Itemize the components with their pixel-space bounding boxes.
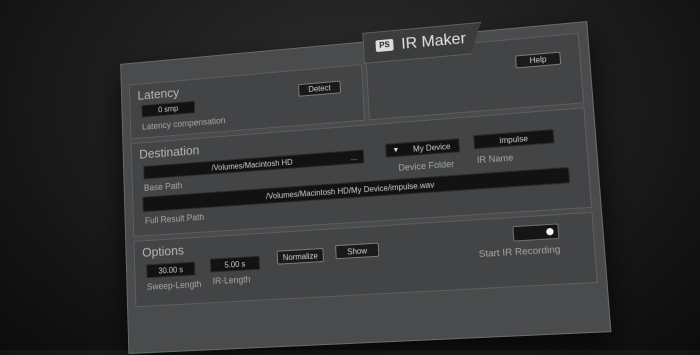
latency-value-field[interactable]: 0 smp [141, 100, 196, 118]
logo-icon: PS [375, 39, 393, 52]
start-recording-label: Start IR Recording [478, 244, 561, 261]
ir-length-field[interactable]: 5.00 s [209, 255, 261, 273]
ir-maker-panel: Latency 0 smp Detect Latency compensatio… [120, 21, 612, 354]
help-button[interactable]: Help [515, 51, 562, 69]
sweep-length-field[interactable]: 30.00 s [146, 261, 196, 279]
latency-compensation-label: Latency compensation [141, 115, 226, 132]
normalize-button[interactable]: Normalize [276, 247, 325, 265]
full-result-path-label: Full Result Path [144, 211, 205, 226]
ir-length-label: IR-Length [212, 274, 251, 287]
device-folder-dropdown[interactable]: ▼ My Device [385, 138, 461, 158]
device-folder-value: My Device [412, 141, 451, 154]
latency-title: Latency [137, 84, 180, 103]
browse-button[interactable]: ... [350, 152, 357, 161]
destination-title: Destination [139, 142, 200, 162]
device-folder-label: Device Folder [398, 158, 455, 173]
ir-name-field[interactable]: impulse [473, 129, 555, 150]
base-path-value: /Volumes/Macintosh HD [211, 157, 293, 173]
ir-name-label: IR Name [476, 152, 514, 166]
detect-button[interactable]: Detect [298, 80, 342, 97]
start-recording-toggle[interactable] [512, 223, 560, 242]
base-path-label: Base Path [143, 180, 183, 193]
show-button[interactable]: Show [335, 242, 380, 260]
options-title: Options [141, 242, 185, 260]
toggle-knob-icon [545, 227, 554, 236]
stage: Latency 0 smp Detect Latency compensatio… [0, 0, 700, 354]
sweep-length-label: Sweep-Length [146, 278, 202, 292]
app-title: IR Maker [400, 30, 467, 53]
dropdown-arrow-icon: ▼ [392, 146, 400, 154]
